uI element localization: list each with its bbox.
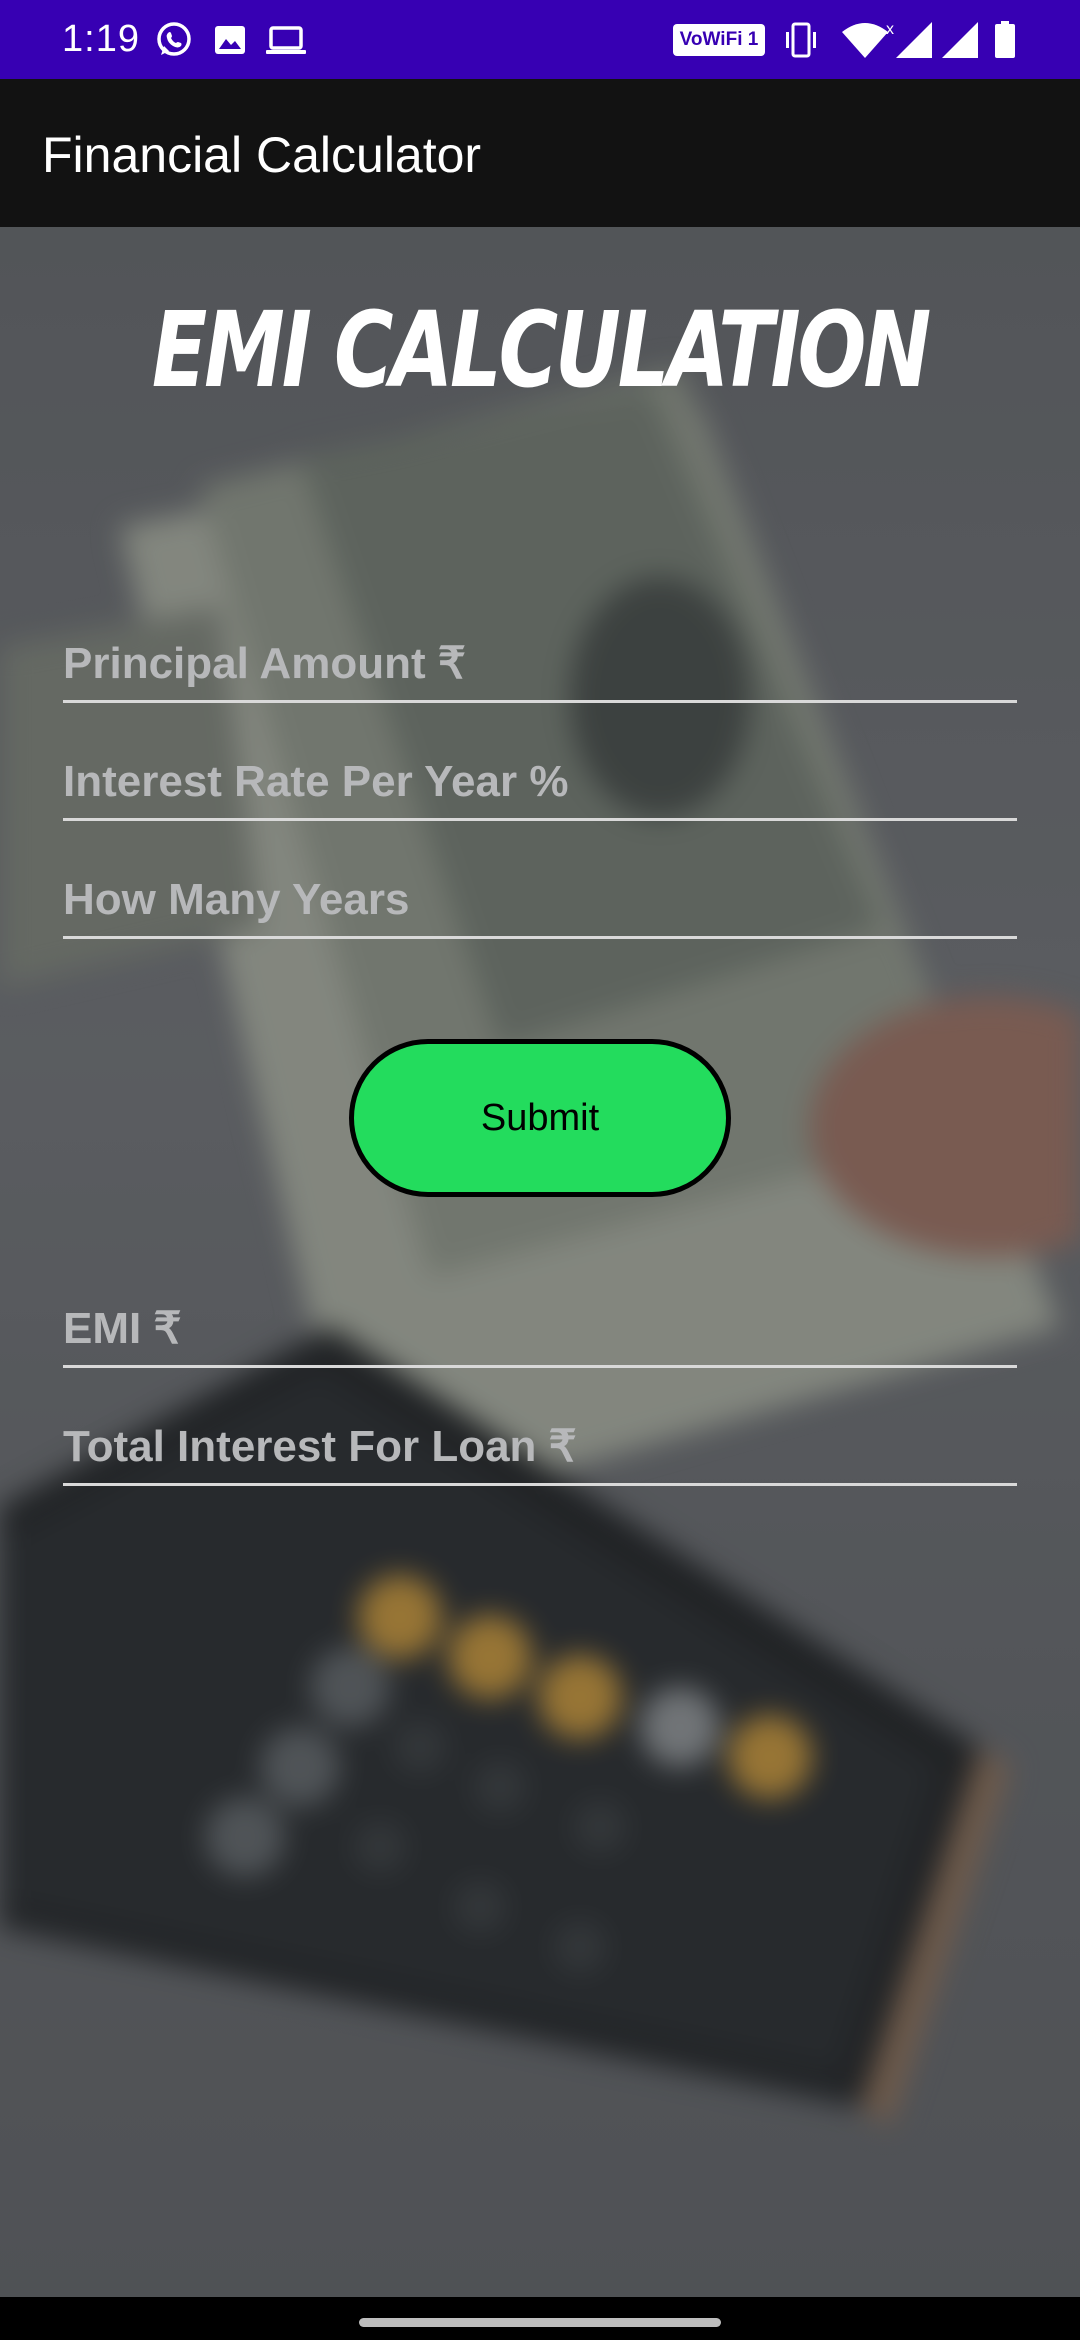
app-bar: Financial Calculator bbox=[0, 79, 1080, 227]
signal-icon bbox=[896, 22, 932, 58]
total-interest-field bbox=[63, 1419, 1017, 1486]
principal-input[interactable] bbox=[63, 636, 1017, 692]
total-interest-output[interactable] bbox=[63, 1419, 1017, 1475]
vowifi-badge: VoWiFi 1 bbox=[673, 24, 765, 56]
background-overlay bbox=[0, 227, 1080, 2297]
whatsapp-icon bbox=[157, 22, 191, 56]
wifi-icon: x bbox=[842, 21, 894, 58]
home-indicator[interactable] bbox=[359, 2318, 721, 2327]
app-screen: 1:19 VoWiFi 1 x Financial Calculator EMI… bbox=[0, 0, 1080, 2340]
interest-rate-input[interactable] bbox=[63, 754, 1017, 810]
status-time: 1:19 bbox=[62, 18, 140, 60]
years-field bbox=[63, 872, 1017, 939]
principal-field bbox=[63, 636, 1017, 703]
emi-output[interactable] bbox=[63, 1301, 1017, 1357]
interest-rate-field bbox=[63, 754, 1017, 821]
laptop-icon bbox=[266, 26, 306, 54]
signal-icon bbox=[942, 22, 978, 58]
status-bar: 1:19 VoWiFi 1 x bbox=[0, 0, 1080, 79]
svg-text:x: x bbox=[886, 21, 894, 38]
page-heading: EMI CALCULATION bbox=[151, 289, 931, 411]
app-title: Financial Calculator bbox=[42, 127, 482, 183]
submit-button[interactable]: Submit bbox=[349, 1039, 731, 1197]
years-input[interactable] bbox=[63, 872, 1017, 928]
vibrate-icon bbox=[786, 22, 816, 58]
navigation-bar bbox=[0, 2297, 1080, 2340]
gallery-icon bbox=[215, 26, 245, 54]
battery-icon bbox=[995, 21, 1015, 58]
emi-field bbox=[63, 1301, 1017, 1368]
